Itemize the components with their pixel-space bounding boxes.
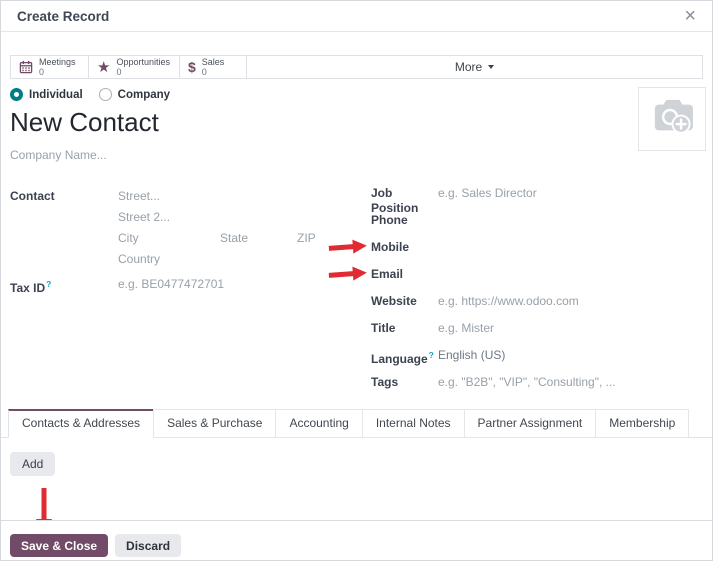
question-help-icon: ? [428, 349, 434, 360]
company-name-field[interactable]: Company Name... [10, 148, 703, 162]
tags-label: Tags [371, 374, 399, 389]
contact-address-label: Contact [10, 188, 55, 203]
mobile-label: Mobile [371, 239, 409, 254]
tax-id-label: Tax ID? [10, 278, 52, 295]
tab-membership[interactable]: Membership [595, 408, 690, 438]
record-type-radio-group: Individual Company [10, 88, 703, 101]
title-label: Title [371, 320, 396, 335]
zip-input[interactable]: ZIP [297, 228, 360, 249]
modal-title: Create Record [17, 8, 110, 24]
details-column: Job Position e.g. Sales Director Phone M… [328, 185, 703, 402]
opportunities-label: Opportunities [116, 56, 170, 67]
radio-company-label: Company [117, 88, 171, 101]
tab-sales-purchase[interactable]: Sales & Purchase [153, 408, 277, 438]
star-icon: ★ [97, 58, 111, 76]
save-and-close-button[interactable]: Save & Close [10, 534, 109, 557]
tab-accounting[interactable]: Accounting [275, 408, 363, 438]
sales-label: Sales [201, 56, 225, 67]
caret-down-icon [488, 65, 495, 69]
opportunities-stat-button[interactable]: ★ Opportunities 0 [88, 55, 180, 79]
job-position-input[interactable]: e.g. Sales Director [438, 186, 703, 201]
create-record-modal: Create Record × Meetings 0 ★ Opportuniti… [0, 0, 713, 561]
radio-individual[interactable]: Individual [10, 88, 83, 101]
job-position-label: Job Position [371, 185, 419, 215]
radio-unselected-icon [98, 88, 112, 101]
state-input[interactable]: State [220, 228, 297, 249]
contact-form: Contact Street... Street 2... City State… [10, 186, 703, 402]
street2-input[interactable]: Street 2... [118, 207, 360, 228]
close-icon[interactable]: × [684, 6, 696, 26]
phone-label: Phone [371, 212, 408, 227]
stat-button-bar: Meetings 0 ★ Opportunities 0 $ Sales 0 M… [10, 55, 703, 79]
contacts-addresses-panel: Add [1, 438, 712, 490]
contact-photo-upload[interactable] [638, 87, 706, 151]
radio-selected-icon [10, 88, 23, 101]
radio-company[interactable]: Company [98, 88, 171, 101]
add-button[interactable]: Add [10, 451, 56, 476]
calendar-icon [19, 60, 33, 74]
meetings-stat-button[interactable]: Meetings 0 [10, 55, 89, 79]
tax-id-input[interactable]: e.g. BE0477472701 [118, 274, 360, 299]
contact-name-field[interactable]: New Contact [10, 107, 703, 138]
tags-input[interactable]: e.g. "B2B", "VIP", "Consulting", ... [438, 375, 703, 390]
tab-partner-assignment[interactable]: Partner Assignment [463, 408, 597, 438]
discard-button[interactable]: Discard [115, 534, 182, 557]
modal-footer: Save & Close Discard [1, 520, 712, 560]
tab-contacts-addresses[interactable]: Contacts & Addresses [8, 408, 155, 438]
sales-count: 0 [201, 67, 207, 77]
email-label: Email [371, 266, 404, 281]
language-select[interactable]: English (US) [438, 348, 703, 363]
opportunities-count: 0 [116, 67, 122, 77]
modal-header: Create Record × [1, 1, 712, 32]
title-input[interactable]: e.g. Mister [438, 321, 703, 336]
website-input[interactable]: e.g. https://www.odoo.com [438, 294, 703, 309]
question-help-icon: ? [46, 278, 52, 289]
more-button[interactable]: More [246, 55, 703, 79]
radio-individual-label: Individual [29, 88, 83, 101]
tab-internal-notes[interactable]: Internal Notes [361, 408, 465, 438]
camera-plus-icon [649, 97, 695, 142]
sales-stat-button[interactable]: $ Sales 0 [179, 55, 247, 79]
notebook-tabs: Contacts & Addresses Sales & Purchase Ac… [1, 408, 712, 438]
country-input[interactable]: Country [118, 249, 360, 270]
website-label: Website [371, 293, 417, 308]
language-label: Language? [371, 349, 434, 366]
meetings-label: Meetings [39, 56, 76, 67]
address-column: Contact Street... Street 2... City State… [10, 186, 360, 402]
more-button-label: More [454, 60, 483, 74]
city-input[interactable]: City [118, 228, 220, 249]
street-input[interactable]: Street... [118, 186, 360, 207]
dollar-icon: $ [188, 59, 196, 75]
meetings-count: 0 [39, 67, 45, 77]
